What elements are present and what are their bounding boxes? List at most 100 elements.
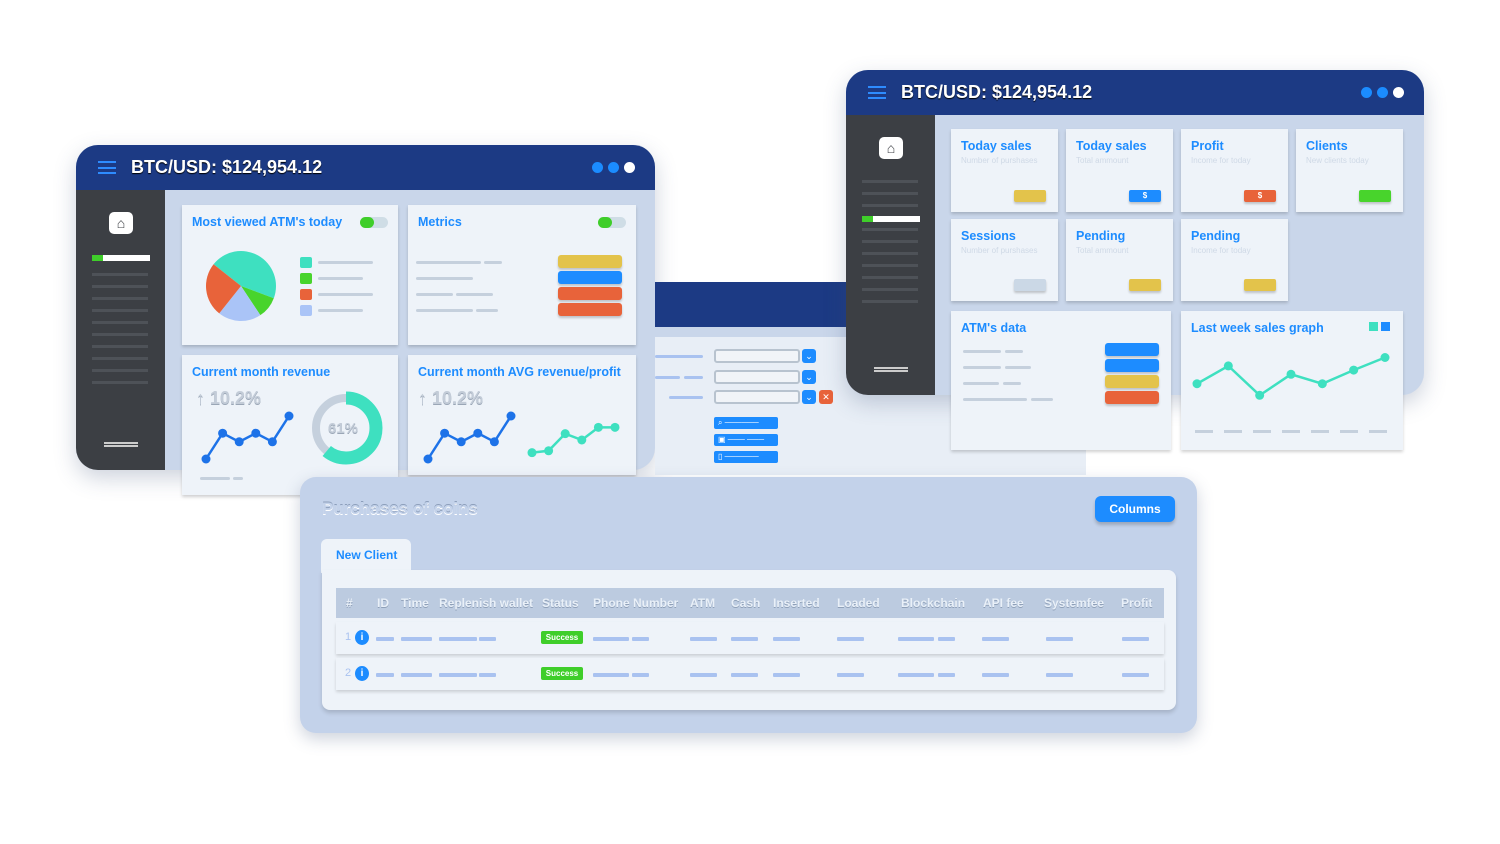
metric-bar [558,271,622,284]
x-tick-placeholder [1311,430,1329,433]
info-icon[interactable]: i [355,630,369,645]
metric-bar [558,303,622,316]
atm-bar [1105,375,1159,388]
column-header[interactable]: Inserted [773,596,820,610]
chevron-down-icon[interactable]: ⌄ [802,370,816,384]
column-header[interactable]: Blockchain [901,596,965,610]
status-badge: Success [541,667,583,680]
metric-bar [558,255,622,268]
table-row[interactable]: 2 i Success [336,658,1164,690]
data-point [544,446,554,456]
card-title: Sessions [961,229,1016,243]
chevron-down-icon[interactable]: ⌄ [802,390,816,404]
metric-bar [558,287,622,300]
card-title: ATM's data [961,321,1027,335]
menu-icon[interactable] [868,86,886,99]
atm-bar [1105,359,1159,372]
data-point [218,428,228,438]
atm-data-card: ATM's data [951,311,1171,450]
column-header[interactable]: ID [377,596,389,610]
logo-icon: ⌂ [109,212,133,234]
columns-button[interactable]: Columns [1095,496,1175,522]
table-row[interactable]: 1 i Success [336,622,1164,654]
stat-card: Clients New clients today [1296,129,1403,212]
card-subtitle: Income for today [1191,156,1251,165]
column-header[interactable]: Profit [1121,596,1152,610]
file-button[interactable]: ▯ ────── [714,451,778,463]
column-header[interactable]: API fee [983,596,1024,610]
avg-revenue-card: Current month AVG revenue/profit ↑ 10.2% [408,355,636,475]
series-line [204,415,291,460]
card-subtitle: Total ammount [1076,246,1129,255]
tab-new-client[interactable]: New Client [321,539,411,573]
row-number: 2 [345,667,352,679]
data-point [1192,379,1202,389]
card-title: Current month revenue [192,365,331,379]
info-icon[interactable]: i [355,666,369,681]
header-bar: BTC/USD: $124,954.12 [846,70,1424,115]
search-button[interactable]: ⌕ ────── [714,417,778,429]
card-title: Today sales [961,139,1032,153]
column-header[interactable]: Cash [731,596,760,610]
logo-icon: ⌂ [879,137,903,159]
x-tick-placeholder [1282,430,1300,433]
data-point [473,428,483,438]
metrics-card: Metrics [408,205,636,345]
sidebar-item-active[interactable] [862,216,920,222]
column-header[interactable]: ATM [690,596,715,610]
series-line [426,415,513,460]
menu-icon[interactable] [98,161,116,174]
sales-graph-card: Last week sales graph [1181,311,1403,450]
data-point [201,454,211,464]
header-bar: BTC/USD: $124,954.12 [76,145,655,190]
data-point [234,437,244,447]
toggle[interactable] [598,217,626,228]
sidebar-item-active[interactable] [92,255,150,261]
sales-line-chart [1192,353,1390,433]
series-line [531,426,615,454]
stat-card: Pending Income for today [1181,219,1288,301]
card-title: Clients [1306,139,1348,153]
revenue-card: Current month revenue ↑ 10.2% 61% [182,355,398,495]
row-number: 1 [345,631,352,643]
revenue-line-chart [201,411,294,464]
card-title: Metrics [418,215,462,229]
chevron-down-icon[interactable]: ⌄ [802,349,816,363]
profit-line-chart [527,422,620,458]
stat-chip [1014,190,1046,202]
select-field-3[interactable] [714,390,800,404]
data-point [423,454,433,464]
card-title: Most viewed ATM's today [192,215,343,229]
column-header[interactable]: Systemfee [1044,596,1104,610]
column-header[interactable]: Phone Number [593,596,678,610]
toggle[interactable] [360,217,388,228]
document-button[interactable]: ▣ ─── ─── [714,434,778,446]
window-controls[interactable] [592,162,635,173]
card-title: Profit [1191,139,1224,153]
clear-icon[interactable]: ✕ [819,390,833,404]
data-point [489,437,499,447]
stat-chip [1129,279,1161,291]
x-tick-placeholder [1224,430,1242,433]
column-header[interactable]: Status [542,596,579,610]
select-field-1[interactable] [714,349,800,363]
x-tick-placeholder [1253,430,1271,433]
column-header[interactable]: Loaded [837,596,880,610]
card-title: Current month AVG revenue/profit [418,365,621,379]
data-point [456,437,466,447]
window-controls[interactable] [1361,87,1404,98]
x-tick-placeholder [1195,430,1213,433]
column-header[interactable]: # [346,596,353,610]
collapse-icon[interactable] [104,442,138,447]
stat-chip [1014,279,1046,291]
donut-label: 61% [328,420,359,437]
collapse-icon[interactable] [874,367,908,372]
column-header[interactable]: Replenish wallet [439,596,533,610]
stat-chip: $ [1244,190,1276,202]
select-field-2[interactable] [714,370,800,384]
column-header[interactable]: Time [401,596,429,610]
data-point [1223,361,1233,371]
revenue-line-chart [423,411,516,464]
data-point [1286,369,1296,379]
data-point [1317,379,1327,389]
